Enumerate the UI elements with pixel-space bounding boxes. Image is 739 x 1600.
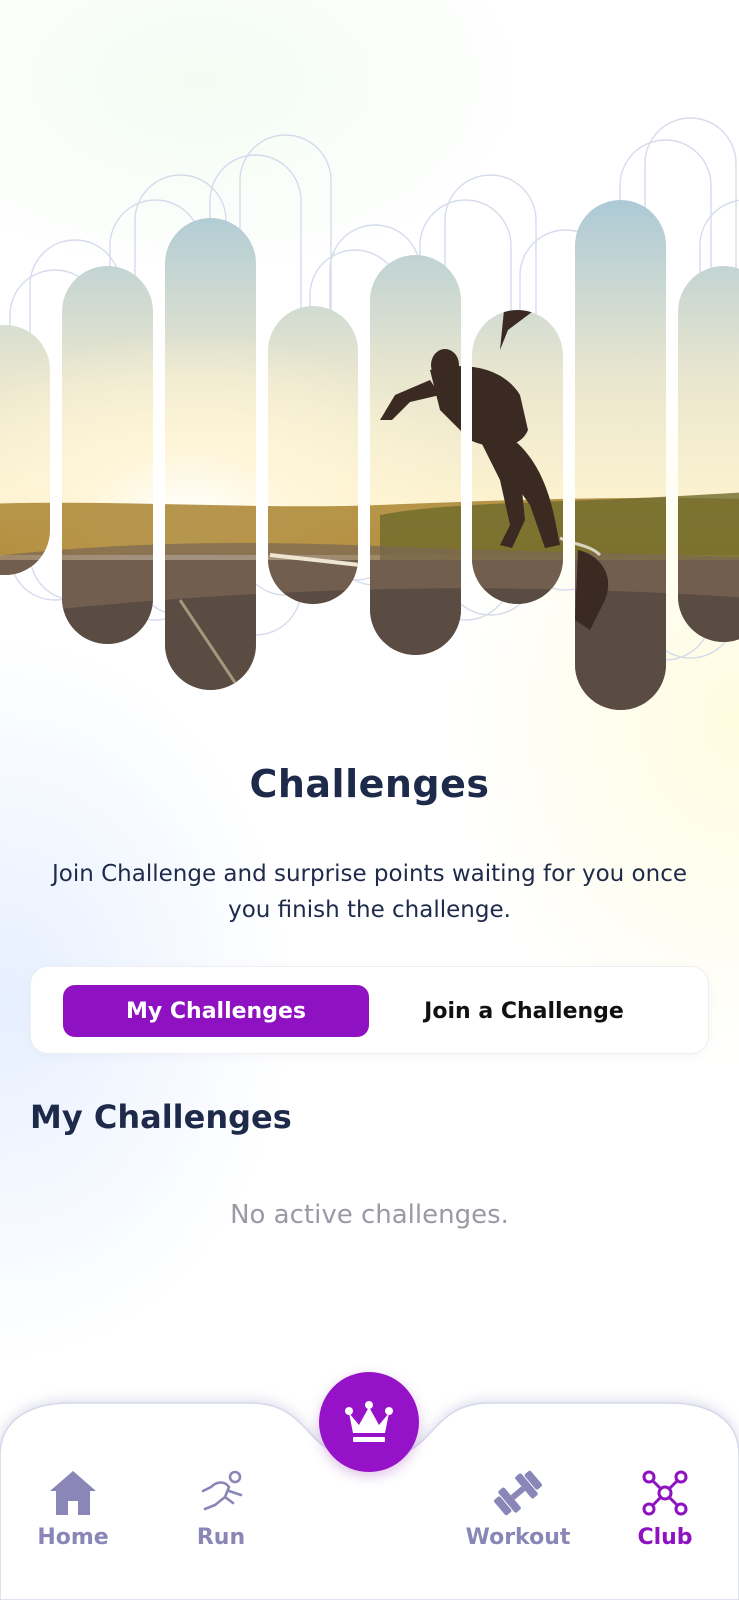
nav-label-workout: Workout (465, 1525, 571, 1550)
empty-state-message: No active challenges. (230, 1200, 509, 1230)
nav-label-home: Home (37, 1525, 109, 1550)
challenges-segmented-control: My Challenges Join a Challenge (30, 966, 709, 1054)
nav-item-run[interactable]: Run (151, 1465, 291, 1550)
home-icon (48, 1469, 98, 1517)
page-subtitle: Join Challenge and surprise points waiti… (51, 861, 687, 923)
nav-item-home[interactable]: Home (3, 1465, 143, 1550)
crown-icon (343, 1399, 395, 1445)
network-icon (641, 1469, 689, 1517)
section-title: My Challenges (30, 1098, 292, 1136)
hero-runner-illustration (0, 117, 739, 710)
nav-item-club[interactable]: Club (595, 1465, 735, 1550)
nav-label-club: Club (637, 1525, 693, 1550)
tab-my-challenges[interactable]: My Challenges (63, 985, 369, 1037)
tab-join-a-challenge[interactable]: Join a Challenge (369, 985, 679, 1037)
crown-fab-button[interactable] (319, 1372, 419, 1472)
nav-item-workout[interactable]: Workout (448, 1465, 588, 1550)
runner-icon (197, 1469, 245, 1517)
nav-label-run: Run (196, 1525, 246, 1550)
page-title: Challenges (249, 762, 490, 806)
dumbbell-icon (492, 1469, 544, 1517)
